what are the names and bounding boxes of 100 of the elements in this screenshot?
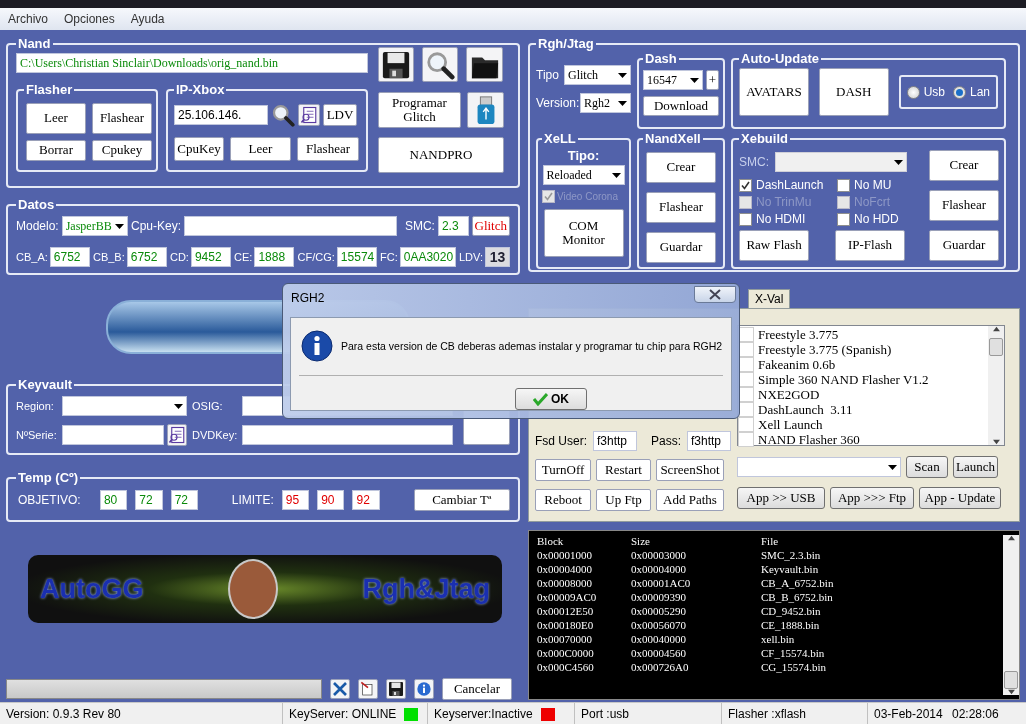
action-button[interactable]: TurnOff	[535, 459, 591, 481]
program-button[interactable]: Programar Glitch	[378, 92, 461, 128]
temperature-field[interactable]: 72	[170, 490, 198, 510]
scrollbar[interactable]	[1003, 535, 1019, 695]
tab[interactable]: X-Val	[748, 289, 791, 308]
scrollbar-thumb[interactable]	[1004, 671, 1018, 689]
table-cell-text: CG_15574.bin	[761, 661, 828, 675]
checkbox[interactable]: No HDMI	[739, 212, 837, 226]
group-title: Dash	[644, 51, 678, 66]
action-button[interactable]: Raw Flash	[739, 230, 809, 261]
action-button[interactable]: App >>> Ftp	[830, 487, 914, 509]
checklist-item[interactable]: NAND Flasher 360	[738, 432, 988, 447]
launch-button[interactable]: Launch	[953, 456, 998, 478]
radio-option[interactable]: Lan	[952, 85, 990, 99]
flash-button[interactable]: Flashear	[92, 103, 152, 134]
field-label: FC:	[380, 251, 398, 263]
action-button[interactable]: Crear	[929, 150, 999, 181]
action-button[interactable]: Guardar	[646, 232, 716, 263]
group-title: Nand	[17, 36, 52, 51]
ldv-button[interactable]: LDV	[323, 104, 357, 126]
menu-item[interactable]: Opciones	[64, 12, 115, 26]
icon-button[interactable]	[422, 47, 458, 82]
action-button[interactable]: Flashear	[646, 192, 716, 223]
cpukey-button[interactable]: Cpukey	[92, 140, 152, 161]
value-field[interactable]: 9452	[190, 247, 231, 267]
icon-button[interactable]	[330, 679, 350, 699]
value-field[interactable]: 6752	[49, 247, 90, 267]
dropdown[interactable]: JasperBB	[61, 216, 128, 236]
read-button[interactable]: Leer	[26, 103, 86, 134]
scan-button[interactable]: Scan	[906, 456, 948, 478]
field-label: SMC:	[739, 155, 769, 169]
value-field[interactable]: 6752	[126, 247, 167, 267]
icon-button[interactable]	[298, 104, 320, 126]
checkbox[interactable]: No HDD	[837, 212, 917, 226]
dropdown[interactable]: Reloaded	[542, 165, 625, 185]
radio-option[interactable]: Usb	[906, 85, 945, 99]
smc-field[interactable]: 2.3	[437, 216, 469, 236]
change-temperature-button[interactable]: Cambiar Tª	[413, 489, 510, 511]
action-button[interactable]: Flashear	[929, 190, 999, 221]
temperature-field[interactable]: 90	[317, 490, 345, 510]
icon-button[interactable]	[386, 679, 406, 699]
value-field[interactable]: 1888	[254, 247, 295, 267]
value-field[interactable]: 15574	[336, 247, 377, 267]
dropdown[interactable]: Glitch	[564, 65, 631, 85]
path-field[interactable]: C:\Users\Christian Sinclair\Downloads\orig_nand.bin	[16, 53, 368, 73]
action-button[interactable]: Reboot	[535, 489, 591, 511]
action-button[interactable]: Guardar	[929, 230, 999, 261]
action-button[interactable]: IP-Flash	[835, 230, 905, 261]
close-button[interactable]	[694, 286, 736, 303]
flash-button[interactable]: Flashear	[297, 137, 359, 161]
status-text: Version: 0.9.3 Rev 80	[5, 706, 122, 723]
scrollbar[interactable]	[988, 326, 1004, 445]
menu-item[interactable]: Archivo	[8, 12, 48, 26]
dropdown[interactable]: 16547	[643, 70, 703, 90]
password-field[interactable]: f3http	[687, 431, 731, 451]
checkmark-icon	[544, 192, 553, 201]
dvd-key-field[interactable]	[242, 425, 453, 445]
group-title: Xebuild	[740, 131, 789, 146]
value-field[interactable]: 0AA3020	[399, 247, 456, 267]
scrollbar-thumb[interactable]	[989, 337, 1003, 356]
icon-button[interactable]	[378, 47, 414, 82]
action-button[interactable]: App - Update	[919, 487, 1001, 509]
checklist-item[interactable]: Xell Launch	[738, 417, 988, 432]
column-header: Size	[631, 535, 651, 549]
icon-button[interactable]	[466, 47, 503, 82]
ok-button[interactable]: OK	[515, 387, 587, 410]
action-button[interactable]: Up Ftp	[596, 489, 651, 511]
cpu-key-field[interactable]	[184, 216, 397, 236]
temperature-field[interactable]: 95	[281, 490, 310, 510]
erase-button[interactable]: Borrar	[26, 140, 86, 161]
checkbox[interactable]: DashLaunch	[739, 178, 837, 192]
read-button[interactable]: Leer	[230, 137, 291, 161]
field-label: OBJETIVO:	[18, 493, 81, 507]
checkbox[interactable]: No MU	[837, 178, 917, 192]
dropdown[interactable]: Rgh2	[580, 93, 631, 113]
temperature-field[interactable]: 92	[352, 490, 380, 510]
user-field[interactable]: f3http	[593, 431, 637, 451]
action-button[interactable]: App >> USB	[737, 487, 825, 509]
download-button[interactable]: Download	[643, 96, 719, 116]
action-button[interactable]: Crear	[646, 152, 716, 183]
icon-button[interactable]	[167, 424, 187, 446]
com-monitor-button[interactable]: COM Monitor	[543, 209, 624, 257]
update-button[interactable]: AVATARS	[739, 68, 809, 116]
menu-item[interactable]: Ayuda	[130, 12, 165, 26]
ip-field[interactable]: 25.106.146.	[174, 105, 268, 125]
table-cell-text: 0x00040000	[631, 633, 687, 647]
nandpro-button[interactable]: NANDPRO	[378, 137, 504, 173]
temperature-field[interactable]: 80	[99, 490, 128, 510]
serial-field[interactable]	[62, 425, 164, 445]
update-button[interactable]: DASH	[818, 68, 889, 116]
status-text: 02:28:06	[951, 706, 1000, 723]
plus-button[interactable]: +	[706, 70, 719, 90]
cpukey-button[interactable]: CpuKey	[174, 137, 224, 161]
action-button[interactable]: Restart	[596, 459, 651, 481]
cancel-button[interactable]: Cancelar	[442, 678, 512, 700]
temperature-field[interactable]: 72	[135, 490, 163, 510]
glitch-button[interactable]: Glitch	[471, 216, 510, 236]
avatar-placeholder	[228, 559, 278, 619]
action-button[interactable]: Add Paths	[656, 489, 724, 511]
action-button[interactable]: ScreenShot	[656, 459, 724, 481]
